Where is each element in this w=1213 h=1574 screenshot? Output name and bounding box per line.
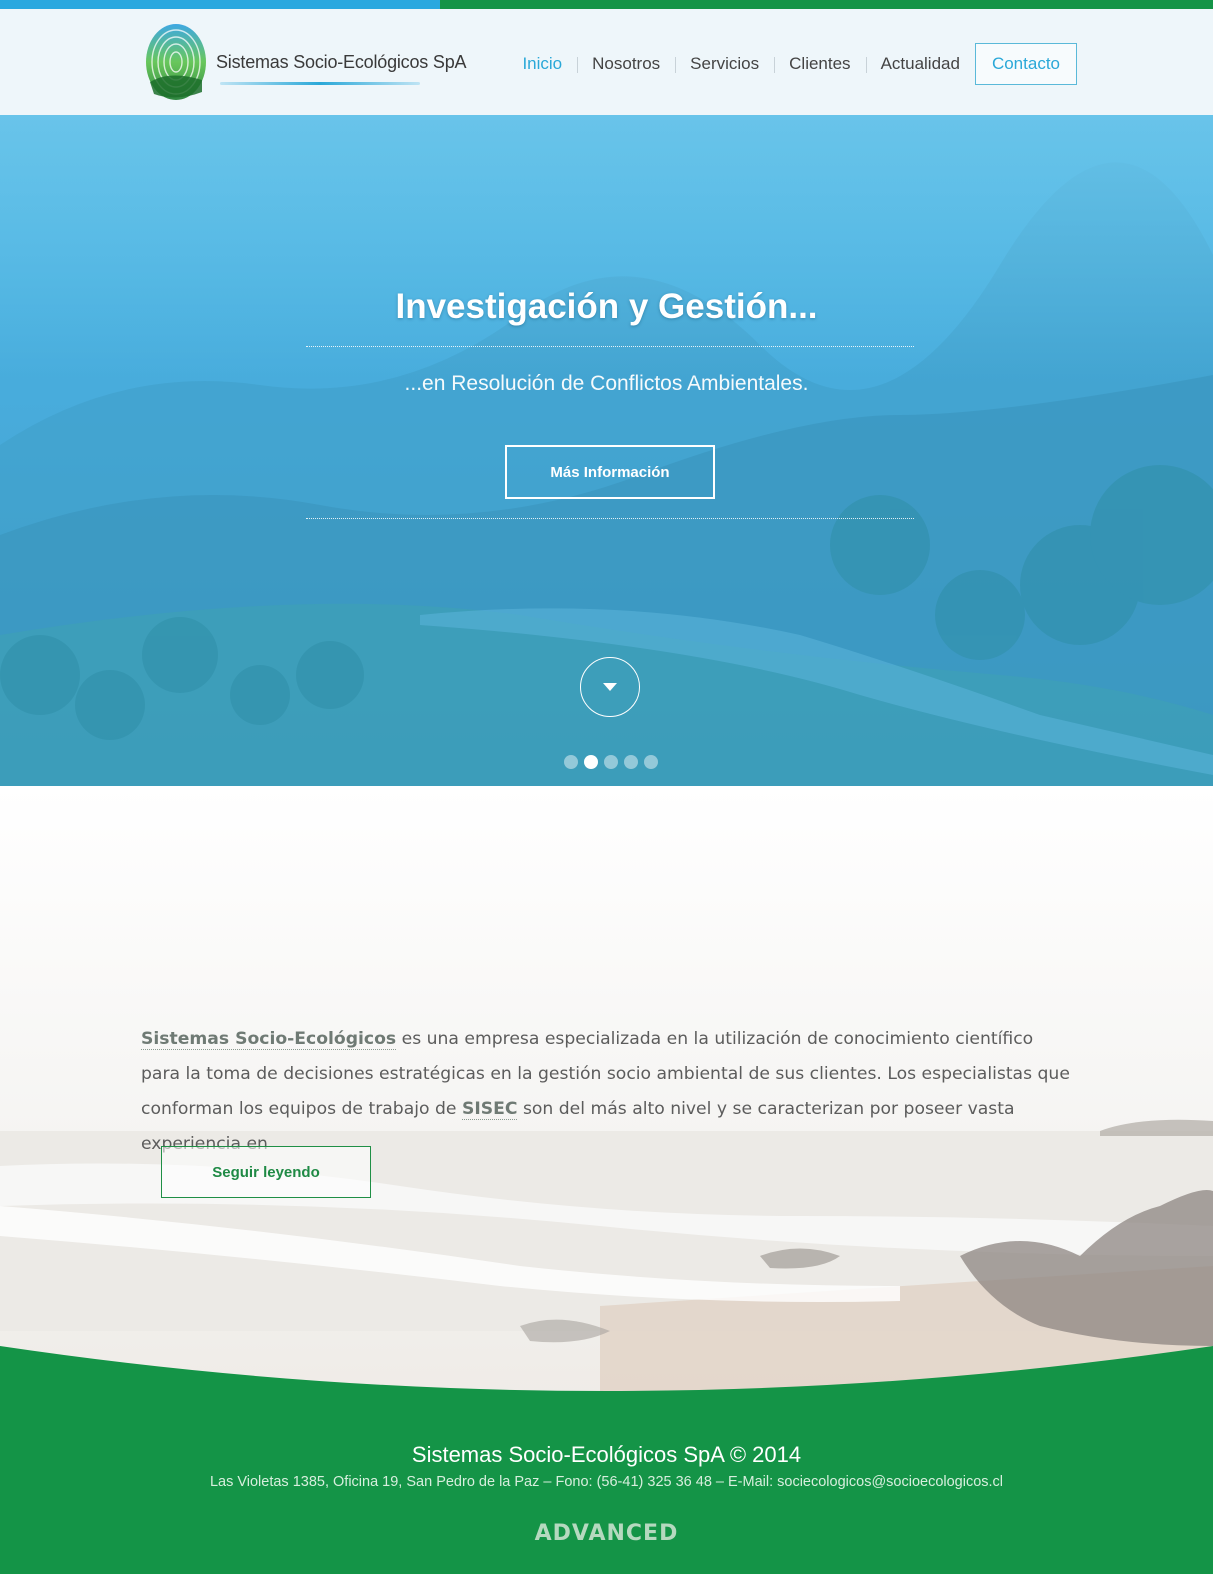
top-color-strip — [0, 0, 1213, 9]
hero-divider-top — [306, 346, 914, 347]
site-header: Sistemas Socio-Ecológicos SpA Inicio Nos… — [0, 9, 1213, 115]
nav-item-servicios[interactable]: Servicios — [675, 43, 774, 85]
logo-text-wrap: Sistemas Socio-Ecológicos SpA — [216, 51, 467, 85]
slider-dot-1[interactable] — [564, 755, 578, 769]
hero-subtitle: ...en Resolución de Conflictos Ambiental… — [404, 372, 809, 395]
slider-dot-5[interactable] — [644, 755, 658, 769]
contact-button[interactable]: Contacto — [974, 43, 1077, 85]
nav-item-clientes[interactable]: Clientes — [774, 43, 865, 85]
footer-title: Sistemas Socio-Ecológicos SpA © 2014 — [411, 1442, 802, 1467]
logo-text: Sistemas Socio-Ecológicos SpA — [216, 51, 467, 72]
slider-dot-3[interactable] — [604, 755, 618, 769]
hero-slider: Investigación y Gestión... ...en Resoluc… — [0, 115, 1213, 786]
top-strip-green — [440, 0, 1213, 9]
footer-contact-info: Las Violetas 1385, Oficina 19, San Pedro… — [209, 1474, 1004, 1490]
nav-item-actualidad[interactable]: Actualidad — [865, 43, 975, 85]
top-strip-blue — [0, 0, 440, 9]
advanced-brand-logo[interactable]: ADVANCED — [0, 1521, 1213, 1546]
site-logo[interactable]: Sistemas Socio-Ecológicos SpA — [144, 22, 467, 102]
slider-dot-4[interactable] — [624, 755, 638, 769]
fingerprint-logo-icon — [146, 24, 206, 100]
read-more-button[interactable]: Seguir leyendo — [161, 1146, 371, 1198]
company-name-link[interactable]: Sistemas Socio-Ecológicos — [141, 1029, 397, 1050]
main-nav: Inicio Nosotros Servicios Clientes Actua… — [507, 43, 1077, 85]
about-paragraph: Sistemas Socio-Ecológicos es una empresa… — [141, 1022, 1076, 1162]
about-section: Sistemas Socio-Ecológicos es una empresa… — [0, 786, 1213, 1574]
scroll-down-button[interactable] — [580, 657, 640, 717]
slider-dot-2[interactable] — [584, 755, 598, 769]
slider-pagination — [564, 755, 658, 769]
hero-divider-bottom — [306, 518, 914, 519]
arrow-down-icon — [603, 683, 617, 691]
nav-item-nosotros[interactable]: Nosotros — [577, 43, 675, 85]
more-info-button[interactable]: Más Información — [505, 445, 715, 499]
sisec-link[interactable]: SISEC — [461, 1099, 518, 1120]
logo-underline — [220, 81, 420, 85]
hero-title: Investigación y Gestión... — [395, 287, 818, 326]
nav-item-inicio[interactable]: Inicio — [507, 43, 577, 85]
